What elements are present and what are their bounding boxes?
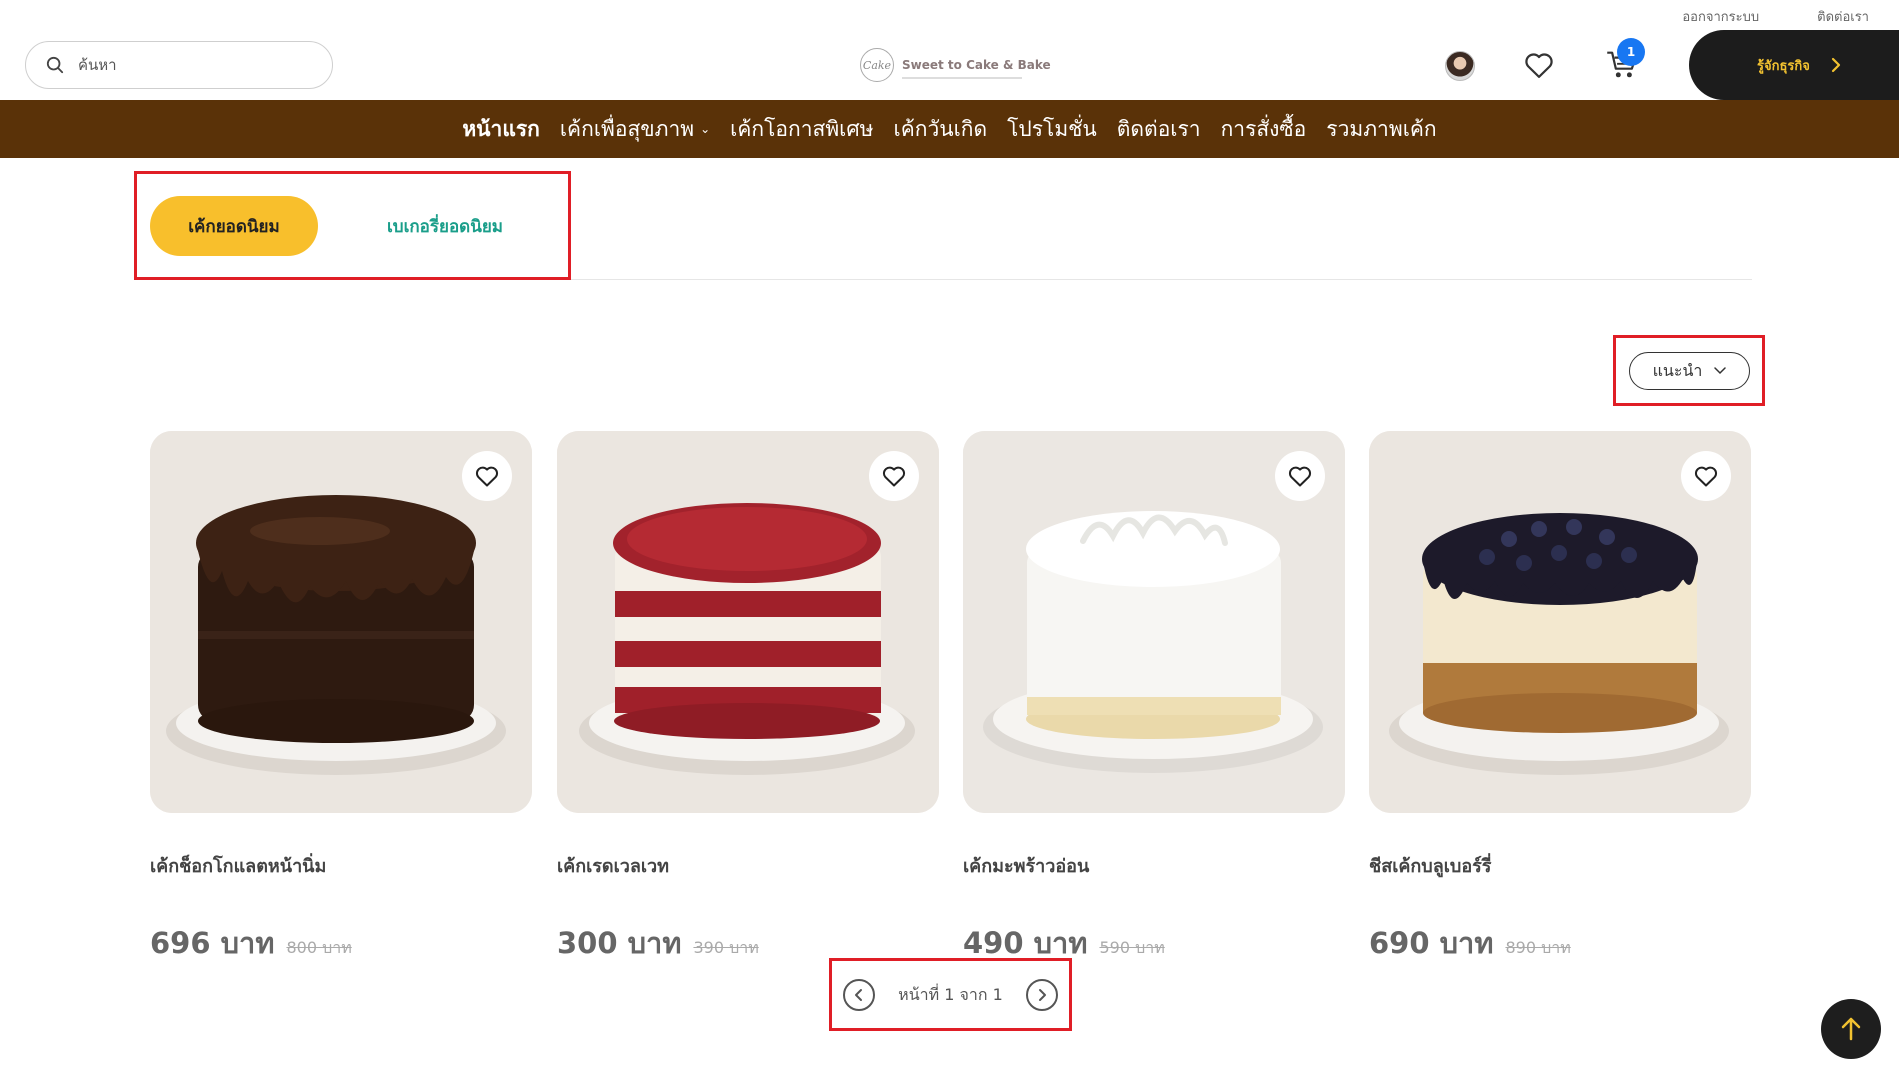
nav-item-ordering[interactable]: การสั่งซื้อ xyxy=(1221,113,1307,146)
sort-dropdown[interactable]: แนะนำ xyxy=(1629,352,1750,390)
main-nav: หน้าแรก เค้กเพื่อสุขภาพ ⌄ เค้กโอกาสพิเศษ … xyxy=(0,100,1899,158)
next-page-button[interactable] xyxy=(1026,979,1058,1011)
logo-tagline-line xyxy=(902,77,1022,79)
search-box[interactable] xyxy=(25,41,333,89)
contact-link[interactable]: ติดต่อเรา xyxy=(1817,6,1869,27)
nav-item-promotion[interactable]: โปรโมชั่น xyxy=(1007,113,1097,146)
product-card[interactable]: เค้กช็อกโกแลตหน้านิ่ม 696 บาท 800 บาท xyxy=(150,431,532,966)
product-name[interactable]: ชีสเค้กบลูเบอร์รี่ xyxy=(1369,851,1751,880)
nav-item-special-occasion[interactable]: เค้กโอกาสพิเศษ xyxy=(730,113,873,146)
add-to-wishlist-button[interactable] xyxy=(869,451,919,501)
product-name[interactable]: เค้กเรดเวลเวท xyxy=(557,851,939,880)
nav-label: เค้กเพื่อสุขภาพ xyxy=(559,116,695,141)
nav-label: หน้าแรก xyxy=(462,116,540,141)
site-logo[interactable]: Cake Sweet to Cake & Bake xyxy=(860,48,1051,82)
heart-icon xyxy=(475,466,499,487)
avatar[interactable] xyxy=(1445,51,1475,81)
product-image[interactable] xyxy=(150,431,532,813)
page-indicator: หน้าที่ 1 จาก 1 xyxy=(898,984,1003,1004)
search-input[interactable] xyxy=(78,56,298,74)
product-image[interactable] xyxy=(1369,431,1751,813)
nav-item-healthy-cake[interactable]: เค้กเพื่อสุขภาพ ⌄ xyxy=(560,113,710,146)
search-icon xyxy=(46,56,64,74)
heart-icon xyxy=(882,466,906,487)
nav-label: ติดต่อเรา xyxy=(1116,116,1201,141)
product-name[interactable]: เค้กช็อกโกแลตหน้านิ่ม xyxy=(150,851,532,880)
chevron-right-icon xyxy=(1039,989,1046,1001)
about-business-button[interactable]: รู้จักธุรกิจ xyxy=(1689,30,1899,100)
price-row: 690 บาท 890 บาท xyxy=(1369,920,1751,966)
back-to-top-button[interactable] xyxy=(1821,999,1881,1059)
logout-link[interactable]: ออกจากระบบ xyxy=(1682,6,1759,27)
nav-label: เค้กโอกาสพิเศษ xyxy=(730,116,874,141)
arrow-up-icon xyxy=(1841,1017,1861,1041)
heart-icon xyxy=(1694,466,1718,487)
product-name[interactable]: เค้กมะพร้าวอ่อน xyxy=(963,851,1345,880)
product-card[interactable]: เค้กเรดเวลเวท 300 บาท 390 บาท xyxy=(557,431,939,966)
chevron-right-icon xyxy=(1831,57,1840,73)
tab-popular-bakery[interactable]: เบเกอรี่ยอดนิยม xyxy=(350,196,540,256)
product-old-price: 590 บาท xyxy=(1099,938,1165,957)
nav-item-gallery[interactable]: รวมภาพเค้ก xyxy=(1326,113,1436,146)
logo-name: Sweet to Cake & Bake xyxy=(902,58,1051,72)
site-header: ออกจากระบบ ติดต่อเรา Cake Sweet to Cake … xyxy=(0,0,1899,100)
nav-item-birthday-cake[interactable]: เค้กวันเกิด xyxy=(894,113,988,146)
chevron-left-icon xyxy=(855,989,862,1001)
wishlist-heart-icon[interactable] xyxy=(1524,51,1554,79)
product-card[interactable]: ชีสเค้กบลูเบอร์รี่ 690 บาท 890 บาท xyxy=(1369,431,1751,966)
nav-label: การสั่งซื้อ xyxy=(1220,116,1307,141)
cart-count-badge: 1 xyxy=(1617,38,1645,66)
product-image[interactable] xyxy=(963,431,1345,813)
price-row: 696 บาท 800 บาท xyxy=(150,920,532,966)
product-card[interactable]: เค้กมะพร้าวอ่อน 490 บาท 590 บาท xyxy=(963,431,1345,966)
product-old-price: 890 บาท xyxy=(1505,938,1571,957)
product-image[interactable] xyxy=(557,431,939,813)
logo-mark: Cake xyxy=(860,48,894,82)
add-to-wishlist-button[interactable] xyxy=(1681,451,1731,501)
product-price: 690 บาท xyxy=(1369,926,1494,960)
product-price: 300 บาท xyxy=(557,926,682,960)
add-to-wishlist-button[interactable] xyxy=(462,451,512,501)
chevron-down-icon xyxy=(1714,367,1727,375)
about-business-label: รู้จักธุรกิจ xyxy=(1757,58,1810,74)
prev-page-button[interactable] xyxy=(843,979,875,1011)
heart-icon xyxy=(1288,466,1312,487)
sort-selected-label: แนะนำ xyxy=(1652,360,1703,380)
nav-item-contact[interactable]: ติดต่อเรา xyxy=(1117,113,1201,146)
add-to-wishlist-button[interactable] xyxy=(1275,451,1325,501)
nav-label: โปรโมชั่น xyxy=(1007,116,1097,141)
nav-item-home[interactable]: หน้าแรก xyxy=(462,113,540,146)
nav-label: เค้กวันเกิด xyxy=(893,116,988,141)
product-old-price: 800 บาท xyxy=(286,938,352,957)
top-links: ออกจากระบบ ติดต่อเรา xyxy=(1682,6,1869,27)
nav-label: รวมภาพเค้ก xyxy=(1326,116,1437,141)
product-old-price: 390 บาท xyxy=(693,938,759,957)
chevron-down-icon: ⌄ xyxy=(700,122,711,136)
tabs-divider xyxy=(571,279,1752,280)
tab-popular-cakes[interactable]: เค้กยอดนิยม xyxy=(150,196,318,256)
pagination: หน้าที่ 1 จาก 1 xyxy=(843,976,1058,1014)
product-price: 696 บาท xyxy=(150,926,275,960)
